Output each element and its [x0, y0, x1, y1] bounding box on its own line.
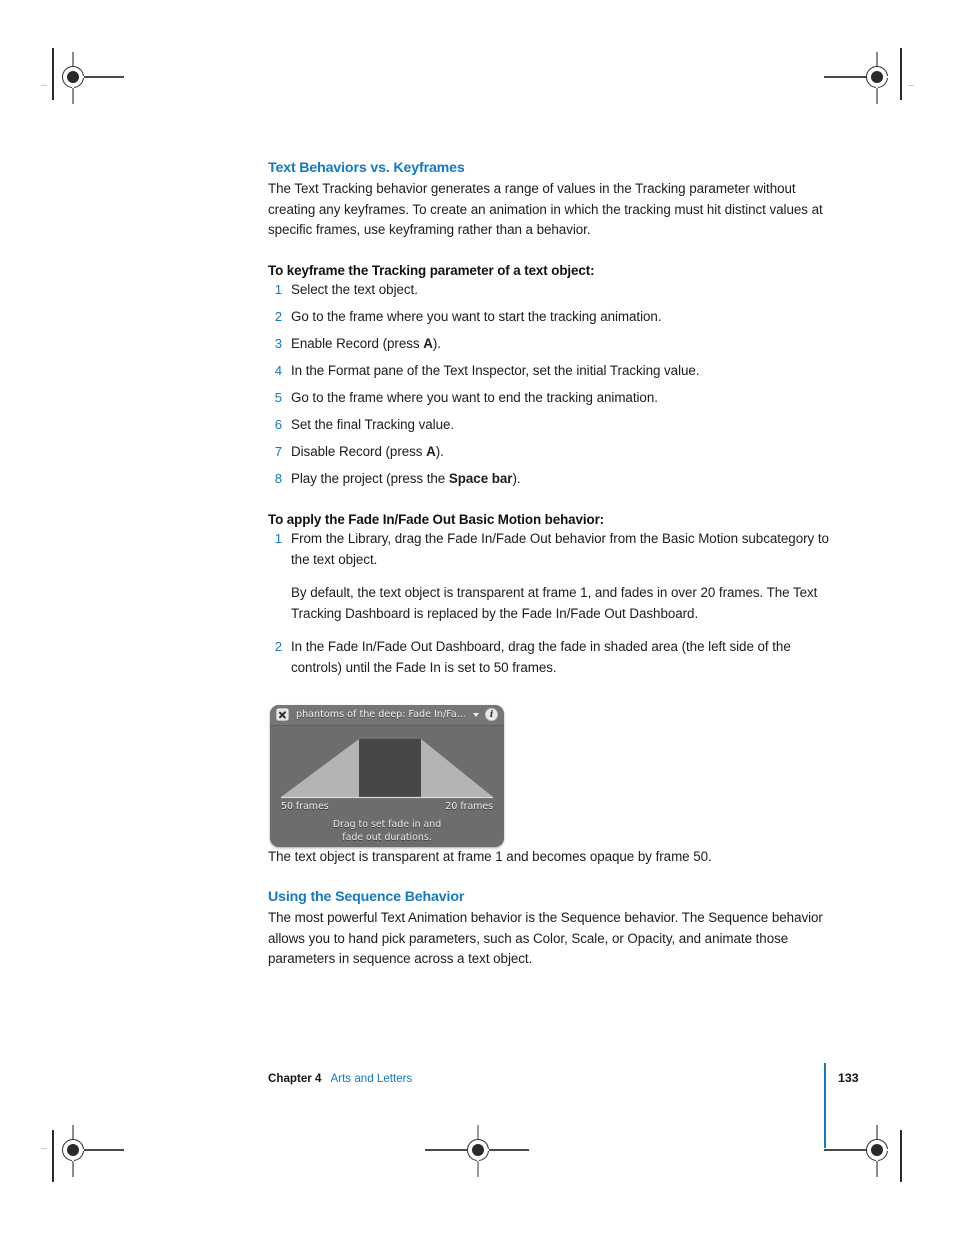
- section-body-sequence-behavior: The most powerful Text Animation behavio…: [268, 910, 823, 967]
- step-note: By default, the text object is transpare…: [291, 585, 818, 621]
- procedure-title-keyframe-tracking: To keyframe the Tracking parameter of a …: [268, 262, 595, 278]
- step-text: Disable Record (press: [291, 444, 427, 460]
- full-opacity-region-shape[interactable]: [359, 738, 421, 797]
- step-number: 2: [274, 639, 282, 655]
- registration-mark-bottom-right: [824, 1121, 908, 1181]
- list-item: 2 In the Fade In/Fade Out Dashboard, dra…: [268, 637, 833, 678]
- section-heading-sequence-behavior: Using the Sequence Behavior: [268, 889, 465, 906]
- figure-fade-dashboard: phantoms of the deep: Fade In/Fa... i 50…: [270, 704, 833, 847]
- dashboard-hint-text: Drag to set fade in and fade out duratio…: [270, 818, 504, 845]
- step-text-tail: ).: [432, 335, 441, 351]
- registration-mark-top-right: [824, 48, 908, 108]
- page-number-rule: [824, 1063, 826, 1148]
- list-item: 6 Set the final Tracking value.: [268, 415, 833, 436]
- fade-out-ramp-shape[interactable]: [421, 738, 493, 797]
- list-item: 1 Select the text object.: [268, 280, 833, 301]
- step-number: 3: [274, 335, 282, 351]
- step-number: 5: [274, 390, 282, 406]
- procedure-steps-fade-behavior: 1 From the Library, drag the Fade In/Fad…: [268, 529, 833, 679]
- step-text: In the Format pane of the Text Inspector…: [291, 363, 700, 379]
- footer-chapter-label: Chapter 4: [268, 1072, 322, 1085]
- step-number: 6: [274, 417, 282, 433]
- step-text: Select the text object.: [291, 281, 418, 297]
- step-text-tail: ).: [512, 471, 521, 487]
- footer: Chapter 4 Arts and Letters: [268, 1072, 868, 1085]
- fade-in-ramp-shape[interactable]: [281, 738, 359, 797]
- step-text-tail: ).: [435, 444, 444, 460]
- step-number: 7: [274, 444, 282, 460]
- step-number: 2: [274, 308, 282, 324]
- registration-mark-bottom-left: [44, 1121, 124, 1181]
- list-item: 8 Play the project (press the Space bar)…: [268, 469, 833, 490]
- step-text: Go to the frame where you want to start …: [291, 308, 662, 324]
- fade-in-frames-label: 50 frames: [281, 800, 329, 812]
- chevron-down-icon[interactable]: [473, 712, 479, 717]
- step-text: Play the project (press the: [291, 471, 449, 487]
- section-body-text-behaviors: The Text Tracking behavior generates a r…: [268, 181, 823, 238]
- list-item: 5 Go to the frame where you want to end …: [268, 388, 833, 409]
- page-content: Text Behaviors vs. Keyframes The Text Tr…: [268, 160, 833, 970]
- fade-out-frames-label: 20 frames: [445, 800, 493, 812]
- step-number: 1: [274, 281, 282, 297]
- fade-envelope-graph[interactable]: [281, 737, 493, 799]
- step-text: In the Fade In/Fade Out Dashboard, drag …: [291, 639, 791, 675]
- hint-line-2: fade out durations.: [342, 832, 432, 844]
- hint-line-1: Drag to set fade in and: [332, 818, 442, 830]
- section-heading-text-behaviors: Text Behaviors vs. Keyframes: [268, 160, 465, 176]
- procedure-title-fade-behavior: To apply the Fade In/Fade Out Basic Moti…: [268, 512, 605, 528]
- procedure-steps-keyframe-tracking: 1 Select the text object. 2 Go to the fr…: [268, 280, 833, 490]
- list-item: 3 Enable Record (press A).: [268, 334, 833, 355]
- step-number: 4: [274, 363, 282, 379]
- caption-after-figure: The text object is transparent at frame …: [268, 848, 712, 864]
- trim-tick-right-top: [908, 85, 914, 87]
- step-number: 1: [274, 531, 282, 547]
- dashboard-title: phantoms of the deep: Fade In/Fa...: [296, 709, 466, 721]
- step-text: From the Library, drag the Fade In/Fade …: [291, 531, 829, 567]
- list-item: 7 Disable Record (press A).: [268, 442, 833, 463]
- step-text: Enable Record (press: [291, 335, 424, 351]
- list-item: 1 From the Library, drag the Fade In/Fad…: [268, 529, 833, 624]
- footer-chapter-title: Arts and Letters: [330, 1072, 413, 1085]
- dashboard-titlebar: phantoms of the deep: Fade In/Fa... i: [270, 704, 504, 726]
- list-item: 2 Go to the frame where you want to star…: [268, 307, 833, 328]
- registration-mark-top-left: [44, 48, 124, 108]
- frame-duration-labels: 50 frames 20 frames: [281, 801, 493, 812]
- step-keyboard-shortcut: Space bar: [448, 471, 513, 487]
- list-item: 4 In the Format pane of the Text Inspect…: [268, 361, 833, 382]
- info-circle-icon[interactable]: i: [485, 708, 498, 722]
- close-x-icon[interactable]: [276, 708, 289, 722]
- dashboard-body: 50 frames 20 frames Drag to set fade in …: [270, 726, 504, 847]
- registration-mark-bottom-center: [425, 1121, 529, 1181]
- motion-dashboard-panel: phantoms of the deep: Fade In/Fa... i 50…: [270, 704, 504, 847]
- step-keyboard-shortcut: A: [423, 335, 433, 351]
- step-keyboard-shortcut: A: [426, 444, 436, 460]
- step-number: 8: [274, 471, 282, 487]
- step-text: Go to the frame where you want to end th…: [291, 390, 658, 406]
- step-text: Set the final Tracking value.: [291, 417, 455, 433]
- page-number: 133: [838, 1071, 859, 1085]
